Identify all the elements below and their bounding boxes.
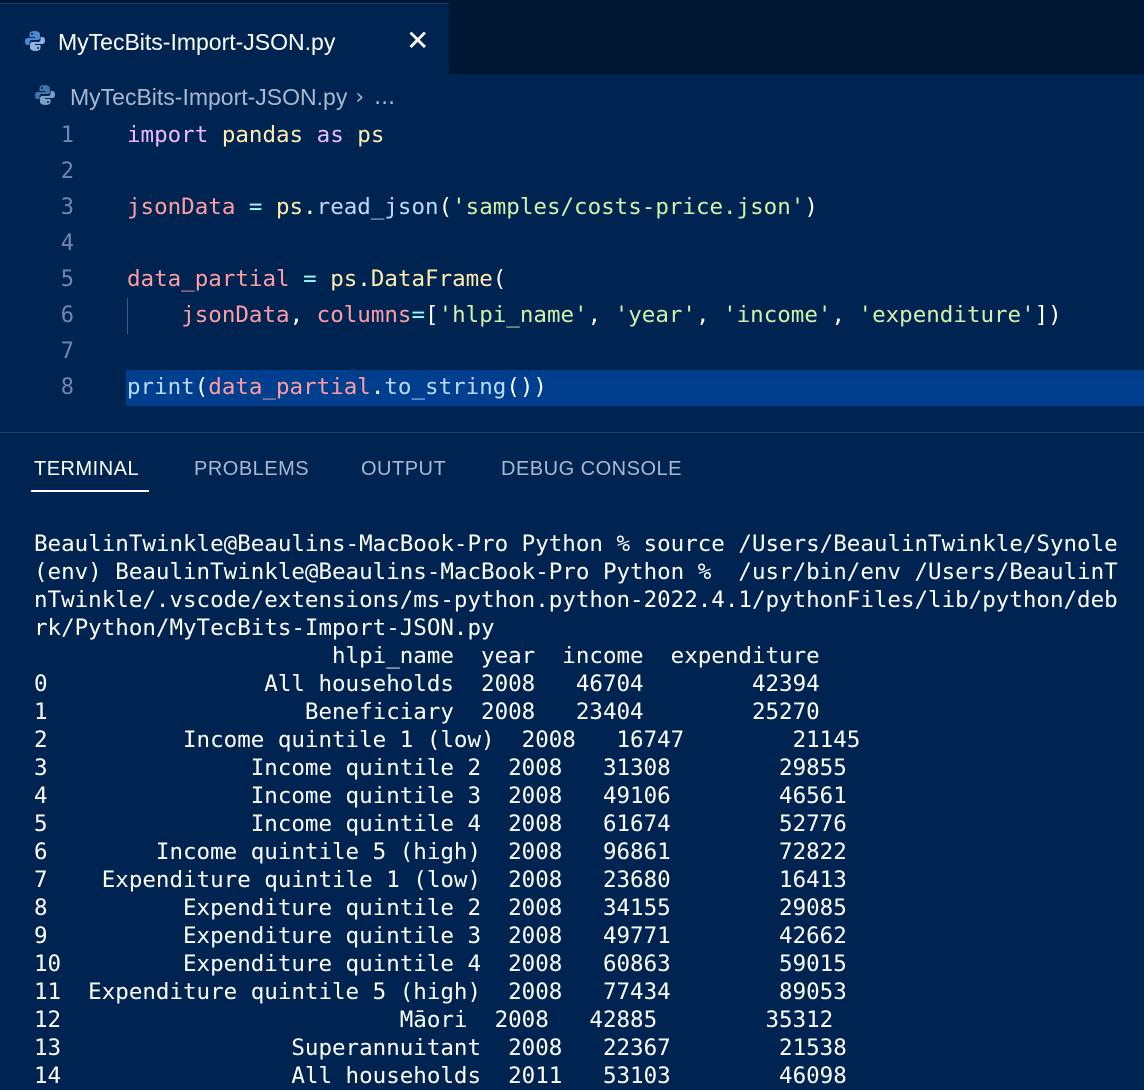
python-file-icon: [34, 84, 56, 110]
terminal-line: nTwinkle/.vscode/extensions/ms-python.py…: [34, 587, 1118, 613]
line-number: 4: [60, 231, 74, 256]
code-line[interactable]: 6 jsonData, columns=['hlpi_name', 'year'…: [0, 298, 1144, 334]
panel-divider: [0, 432, 1144, 433]
terminal-line: 2 Income quintile 1 (low) 2008 16747 211…: [34, 727, 861, 753]
chevron-right-icon: ›: [355, 84, 365, 110]
terminal-line: 0 All households 2008 46704 42394: [34, 671, 820, 697]
editor-tab-bar: MyTecBits-Import-JSON.py ✕: [0, 0, 1144, 74]
tab-output[interactable]: OUTPUT: [361, 458, 446, 481]
breadcrumb-more[interactable]: ...: [374, 85, 395, 110]
code-text: jsonData, columns=['hlpi_name', 'year', …: [181, 302, 1062, 328]
python-file-icon: [24, 30, 46, 56]
code-line[interactable]: 3 jsonData = ps.read_json('samples/costs…: [0, 190, 1144, 226]
code-line-active[interactable]: 8 print(data_partial.to_string()): [0, 370, 1144, 406]
tab-terminal[interactable]: TERMINAL: [34, 458, 139, 481]
terminal-line: 11 Expenditure quintile 5 (high) 2008 77…: [34, 979, 847, 1005]
code-line[interactable]: 4: [0, 226, 1144, 262]
code-text: print(data_partial.to_string()): [127, 374, 547, 400]
terminal-line: 5 Income quintile 4 2008 61674 52776: [34, 811, 847, 837]
code-line[interactable]: 1 import pandas as ps: [0, 118, 1144, 154]
code-line[interactable]: 2: [0, 154, 1144, 190]
line-number: 7: [60, 339, 74, 364]
terminal-line: 12 Māori 2008 42885 35312: [34, 1007, 834, 1033]
breadcrumb-file[interactable]: MyTecBits-Import-JSON.py: [70, 84, 347, 111]
code-text: import pandas as ps: [127, 122, 385, 148]
terminal-line: 13 Superannuitant 2008 22367 21538: [34, 1035, 847, 1061]
terminal-line: BeaulinTwinkle@Beaulins-MacBook-Pro Pyth…: [34, 531, 1118, 557]
line-number: 3: [60, 195, 74, 220]
terminal-line: rk/Python/MyTecBits-Import-JSON.py: [34, 615, 495, 641]
panel-tab-bar: TERMINAL PROBLEMS OUTPUT DEBUG CONSOLE: [0, 444, 1144, 496]
code-text: data_partial = ps.DataFrame(: [127, 266, 507, 292]
tab-problems[interactable]: PROBLEMS: [194, 458, 309, 481]
terminal-line: hlpi_name year income expenditure: [34, 643, 820, 669]
terminal-line: 9 Expenditure quintile 3 2008 49771 4266…: [34, 923, 847, 949]
line-number: 5: [60, 267, 74, 292]
terminal-line: 7 Expenditure quintile 1 (low) 2008 2368…: [34, 867, 847, 893]
terminal-line: 1 Beneficiary 2008 23404 25270: [34, 699, 820, 725]
terminal-output[interactable]: BeaulinTwinkle@Beaulins-MacBook-Pro Pyth…: [34, 530, 1144, 1090]
line-number: 6: [60, 303, 74, 328]
terminal-line: 6 Income quintile 5 (high) 2008 96861 72…: [34, 839, 847, 865]
terminal-line: 3 Income quintile 2 2008 31308 29855: [34, 755, 847, 781]
tab-debug-console[interactable]: DEBUG CONSOLE: [501, 458, 682, 481]
terminal-line: 10 Expenditure quintile 4 2008 60863 590…: [34, 951, 847, 977]
line-number: 1: [60, 123, 74, 148]
breadcrumb: MyTecBits-Import-JSON.py › ...: [34, 82, 395, 112]
tab-mytecbits-import-json[interactable]: MyTecBits-Import-JSON.py ✕: [0, 3, 449, 74]
code-line[interactable]: 5 data_partial = ps.DataFrame(: [0, 262, 1144, 298]
active-tab-indicator: [31, 490, 149, 492]
terminal-line: 4 Income quintile 3 2008 49106 46561: [34, 783, 847, 809]
terminal-line: (env) BeaulinTwinkle@Beaulins-MacBook-Pr…: [34, 559, 1118, 585]
code-line[interactable]: 7: [0, 334, 1144, 370]
code-text: jsonData = ps.read_json('samples/costs-p…: [127, 194, 818, 220]
tab-title: MyTecBits-Import-JSON.py: [58, 29, 336, 55]
terminal-line: 14 All households 2011 53103 46098: [34, 1063, 847, 1089]
line-number: 8: [60, 375, 74, 400]
close-icon[interactable]: ✕: [406, 24, 429, 57]
terminal-line: 8 Expenditure quintile 2 2008 34155 2908…: [34, 895, 847, 921]
line-number: 2: [60, 159, 74, 184]
